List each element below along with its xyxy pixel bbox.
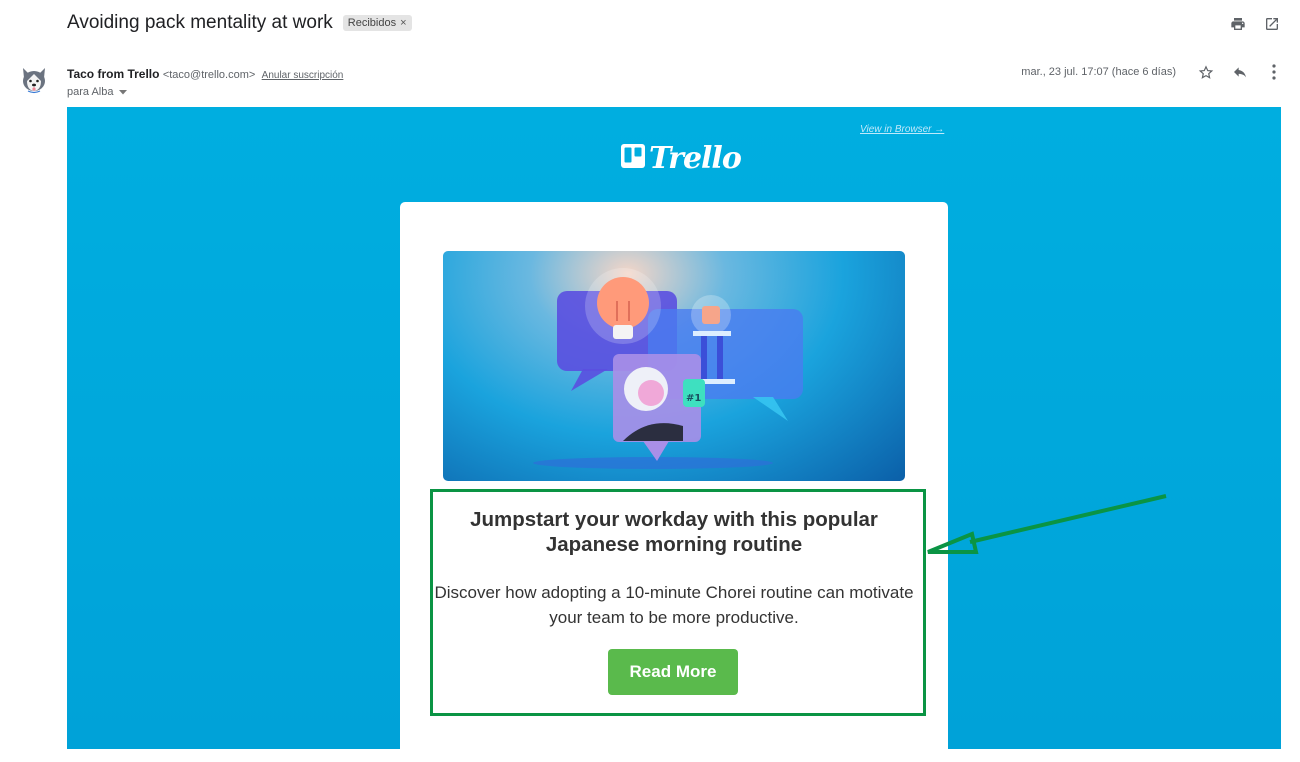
label-text: Recibidos	[347, 17, 397, 29]
article-description: Discover how adopting a 10-minute Chorei…	[434, 583, 914, 627]
star-icon[interactable]	[1198, 64, 1214, 80]
open-new-window-icon[interactable]	[1264, 16, 1280, 32]
person-avatar-icon	[613, 354, 701, 461]
husky-avatar-icon[interactable]	[18, 64, 50, 96]
print-icon[interactable]	[1230, 16, 1246, 32]
message-date: mar., 23 jul. 17:07 (hace 6 días)	[1021, 66, 1176, 78]
trello-wordmark: Trello	[649, 141, 742, 176]
subject-row: Avoiding pack mentality at work Recibido…	[67, 12, 412, 34]
thread-actions	[1230, 16, 1280, 32]
sender-block: Taco from Trello <taco@trello.com> Anula…	[67, 66, 343, 101]
lightbulb-icon	[585, 268, 661, 344]
message-meta: mar., 23 jul. 17:07 (hace 6 días)	[1021, 64, 1282, 80]
article-card: #1 Jumpstart your workday with this popu…	[400, 202, 948, 762]
shadow-ellipse	[533, 457, 773, 469]
read-more-button[interactable]: Read More	[608, 649, 738, 695]
recipient-text: para Alba	[67, 86, 114, 98]
article-headline: Jumpstart your workday with this popular…	[470, 508, 878, 556]
remove-label-icon[interactable]: ×	[400, 17, 406, 29]
email-subject: Avoiding pack mentality at work	[67, 12, 333, 33]
foam-finger-icon: #1	[683, 379, 705, 407]
view-in-browser-link[interactable]: View in Browser →	[860, 124, 944, 135]
more-vert-icon[interactable]	[1266, 64, 1282, 80]
label-chip-inbox[interactable]: Recibidos ×	[342, 15, 412, 31]
foam-finger-label: #1	[686, 393, 701, 404]
email-body: View in Browser → Trello #1 Jumpstart yo…	[67, 107, 1281, 762]
sender-name[interactable]: Taco from Trello	[67, 67, 159, 81]
reply-icon[interactable]	[1232, 64, 1248, 80]
trello-logo[interactable]: Trello	[620, 141, 742, 176]
trello-board-icon	[620, 143, 646, 174]
unsubscribe-link[interactable]: Anular suscripción	[262, 70, 344, 81]
sender-email: <taco@trello.com>	[162, 69, 256, 81]
hero-illustration[interactable]: #1	[443, 251, 905, 481]
recipient-details-toggle[interactable]: para Alba	[67, 84, 343, 101]
chevron-down-icon	[119, 84, 128, 101]
